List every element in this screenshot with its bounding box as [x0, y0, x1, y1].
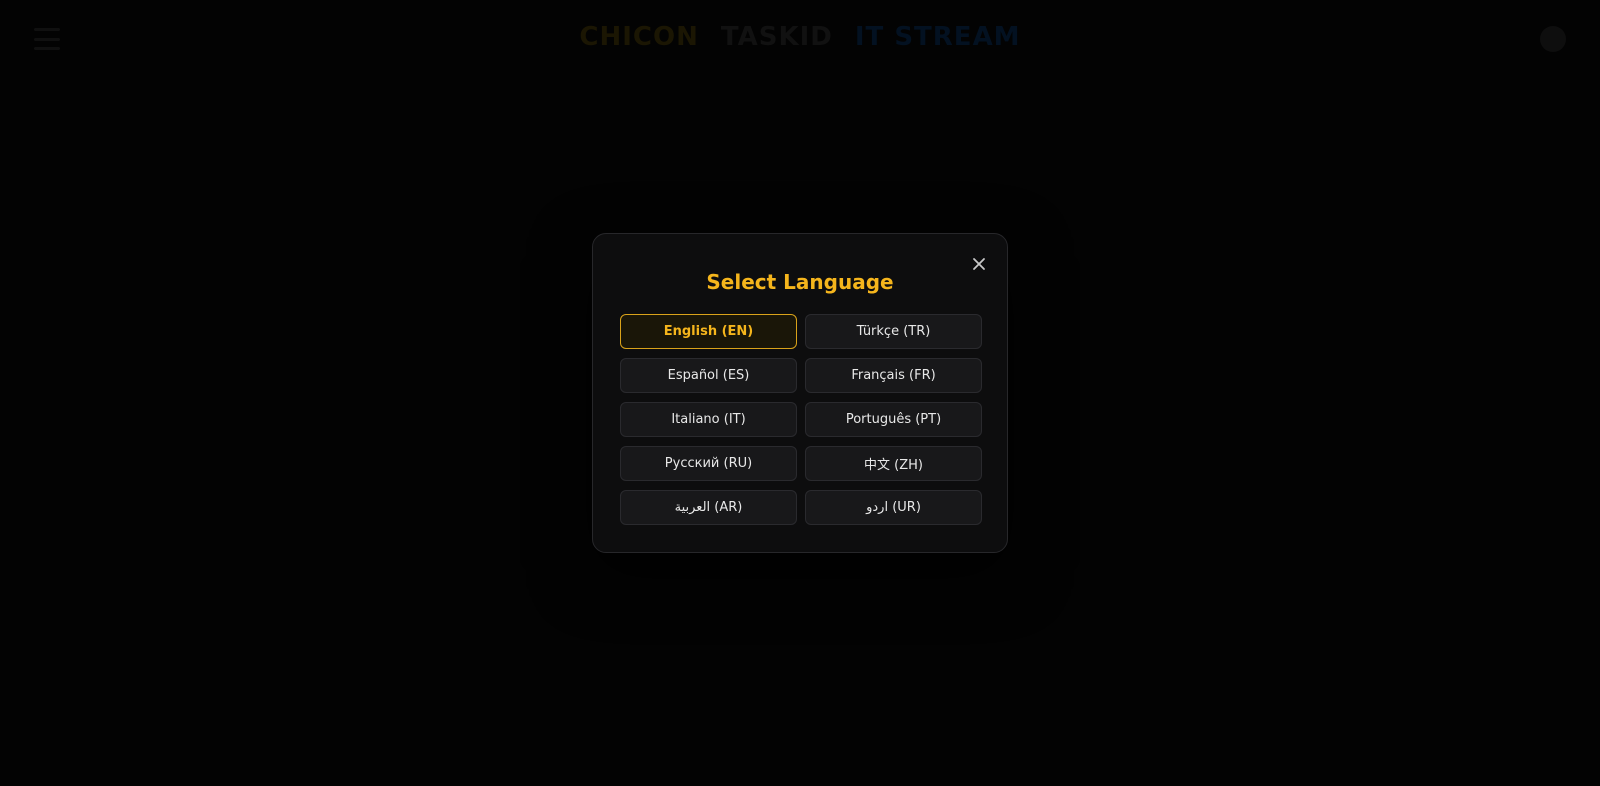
app-page: CHICON TASKID IT STREAM Select Language … [0, 0, 1600, 786]
language-option-ru[interactable]: Русский (RU) [620, 446, 797, 481]
language-option-ur[interactable]: اردو (UR) [805, 490, 982, 525]
language-option-it[interactable]: Italiano (IT) [620, 402, 797, 437]
modal-title: Select Language [706, 270, 894, 294]
language-option-es[interactable]: Español (ES) [620, 358, 797, 393]
language-option-zh[interactable]: 中文 (ZH) [805, 446, 982, 481]
language-option-fr[interactable]: Français (FR) [805, 358, 982, 393]
language-option-pt[interactable]: Português (PT) [805, 402, 982, 437]
language-grid: English (EN) Türkçe (TR) Español (ES) Fr… [620, 314, 982, 525]
language-modal: Select Language English (EN) Türkçe (TR)… [592, 233, 1008, 553]
language-option-en[interactable]: English (EN) [620, 314, 797, 349]
language-option-ar[interactable]: العربية (AR) [620, 490, 797, 525]
language-option-tr[interactable]: Türkçe (TR) [805, 314, 982, 349]
